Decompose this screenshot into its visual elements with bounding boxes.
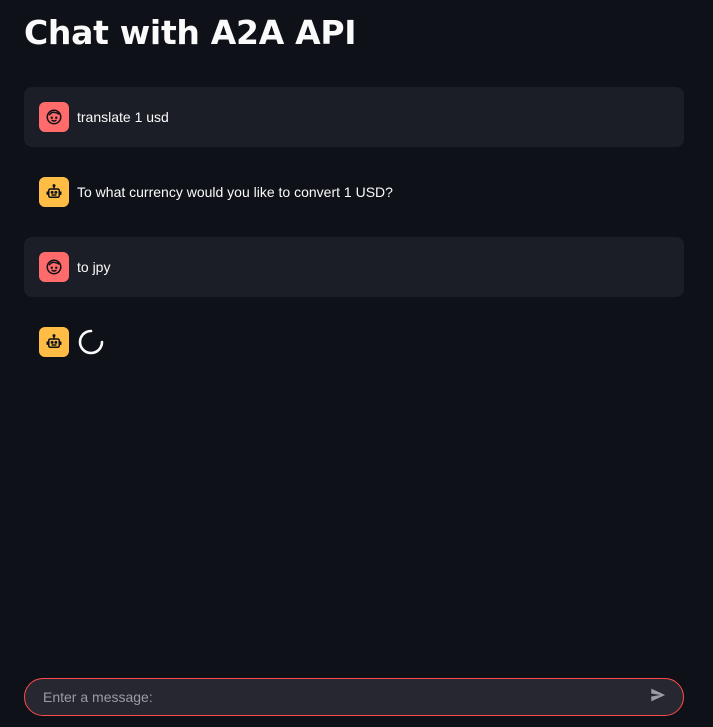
- chat-input-bar: [24, 678, 684, 716]
- send-button[interactable]: [645, 684, 671, 710]
- assistant-avatar: [39, 177, 69, 207]
- assistant-avatar: [39, 327, 69, 357]
- user-avatar: [39, 102, 69, 132]
- page-title: Chat with A2A API: [24, 13, 357, 52]
- chat-message-user: to jpy: [24, 237, 684, 297]
- message-text: translate 1 usd: [77, 109, 169, 125]
- app-root: Chat with A2A API translate 1 usd To wha…: [0, 0, 713, 727]
- chat-message-user: translate 1 usd: [24, 87, 684, 147]
- send-icon: [649, 686, 667, 709]
- robot-icon: [45, 333, 63, 351]
- user-face-icon: [45, 108, 63, 126]
- message-text: to jpy: [77, 259, 111, 275]
- message-text: To what currency would you like to conve…: [77, 184, 393, 200]
- user-face-icon: [45, 258, 63, 276]
- message-input[interactable]: [41, 678, 645, 716]
- chat-message-assistant: To what currency would you like to conve…: [24, 162, 684, 222]
- chat-message-assistant: [24, 312, 684, 372]
- user-avatar: [39, 252, 69, 282]
- loading-spinner-icon: [77, 328, 105, 356]
- chat-message-list: translate 1 usd To what currency would y…: [24, 87, 684, 387]
- robot-icon: [45, 183, 63, 201]
